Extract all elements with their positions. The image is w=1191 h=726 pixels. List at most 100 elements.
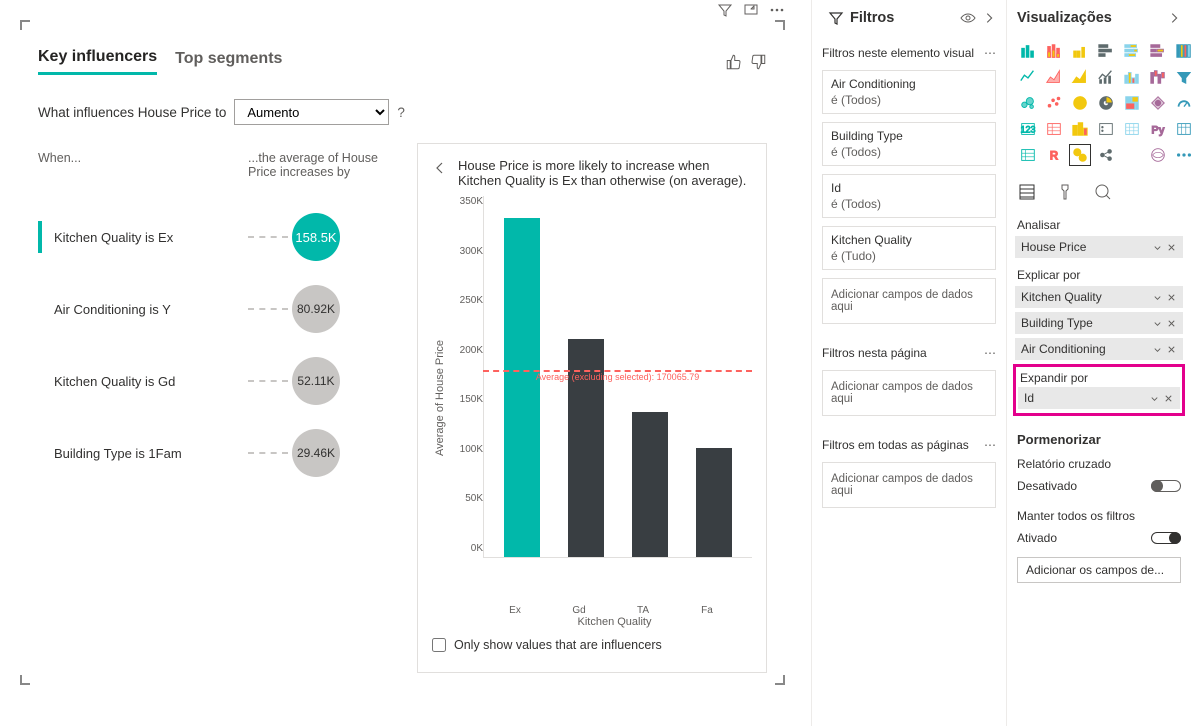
- only-influencers-label: Only show values that are influencers: [454, 638, 662, 652]
- tab-top-segments[interactable]: Top segments: [175, 50, 282, 74]
- keep-filters-toggle[interactable]: [1151, 532, 1181, 544]
- filters-pane: Filtros Filtros neste elemento visual⋯Ai…: [811, 0, 1006, 726]
- viz-type-icon[interactable]: [1173, 144, 1191, 166]
- viz-type-icon[interactable]: [1173, 66, 1191, 88]
- influencer-value-bubble: 29.46K: [292, 429, 340, 477]
- influencer-row[interactable]: Air Conditioning is Y 80.92K: [38, 273, 403, 345]
- format-tab-icon[interactable]: [1055, 182, 1075, 202]
- cross-report-state: Desativado: [1017, 479, 1077, 493]
- viz-type-icon[interactable]: [1069, 66, 1091, 88]
- viz-type-icon[interactable]: [1173, 40, 1191, 62]
- viz-type-icon[interactable]: [1121, 40, 1143, 62]
- drillthrough-header: Pormenorizar: [1007, 420, 1191, 453]
- x-axis-label: Kitchen Quality: [477, 616, 752, 628]
- viz-type-icon[interactable]: [1043, 118, 1065, 140]
- viz-type-icon[interactable]: [1069, 40, 1091, 62]
- viz-type-icon[interactable]: [1069, 144, 1091, 166]
- collapse-icon[interactable]: [982, 11, 996, 25]
- remove-icon[interactable]: [1166, 318, 1177, 329]
- back-arrow-icon[interactable]: [432, 160, 448, 176]
- chevron-down-icon[interactable]: [1152, 292, 1163, 303]
- more-options-icon[interactable]: ⋯: [984, 346, 996, 360]
- help-icon[interactable]: ?: [397, 105, 405, 120]
- chevron-down-icon[interactable]: [1152, 242, 1163, 253]
- cross-report-toggle[interactable]: [1151, 480, 1181, 492]
- more-options-icon[interactable]: [769, 2, 785, 18]
- viz-type-icon[interactable]: [1095, 66, 1117, 88]
- field-well-item[interactable]: Air Conditioning: [1015, 338, 1183, 360]
- viz-type-icon[interactable]: [1069, 92, 1091, 114]
- viz-type-icon[interactable]: Py: [1147, 118, 1169, 140]
- filter-card[interactable]: Idé (Todos): [822, 174, 996, 218]
- viz-type-icon[interactable]: [1017, 40, 1039, 62]
- field-well-item[interactable]: Building Type: [1015, 312, 1183, 334]
- svg-text:R: R: [1050, 150, 1059, 163]
- viz-type-icon[interactable]: [1173, 92, 1191, 114]
- chart-bar[interactable]: [696, 448, 732, 557]
- viz-type-icon[interactable]: [1017, 66, 1039, 88]
- influencer-row[interactable]: Building Type is 1Fam 29.46K: [38, 417, 403, 489]
- filter-card[interactable]: Air Conditioningé (Todos): [822, 70, 996, 114]
- viz-type-icon[interactable]: [1017, 92, 1039, 114]
- viz-type-icon[interactable]: [1017, 144, 1039, 166]
- chart-bar[interactable]: [632, 412, 668, 557]
- viz-type-icon[interactable]: [1121, 92, 1143, 114]
- col-when: When...: [38, 151, 248, 179]
- remove-icon[interactable]: [1166, 344, 1177, 355]
- y-axis-label: Average of House Price: [432, 196, 448, 601]
- filter-dropzone[interactable]: Adicionar campos de dados aqui: [822, 462, 996, 508]
- influencer-row[interactable]: Kitchen Quality is Ex 158.5K: [38, 201, 403, 273]
- viz-type-icon[interactable]: [1147, 92, 1169, 114]
- viz-type-icon[interactable]: [1147, 40, 1169, 62]
- focus-mode-icon[interactable]: [743, 2, 759, 18]
- field-well-item[interactable]: Kitchen Quality: [1015, 286, 1183, 308]
- more-options-icon[interactable]: ⋯: [984, 46, 996, 60]
- field-well-item[interactable]: House Price: [1015, 236, 1183, 258]
- filter-icon[interactable]: [717, 2, 733, 18]
- filter-dropzone[interactable]: Adicionar campos de dados aqui: [822, 278, 996, 324]
- filter-card[interactable]: Building Typeé (Todos): [822, 122, 996, 166]
- viz-type-icon[interactable]: 123: [1017, 118, 1039, 140]
- viz-type-icon[interactable]: [1043, 66, 1065, 88]
- influencer-row[interactable]: Kitchen Quality is Gd 52.11K: [38, 345, 403, 417]
- eye-icon[interactable]: [960, 10, 976, 26]
- chevron-down-icon[interactable]: [1152, 318, 1163, 329]
- remove-icon[interactable]: [1163, 393, 1174, 404]
- thumbs-down-icon[interactable]: [749, 53, 767, 71]
- remove-icon[interactable]: [1166, 292, 1177, 303]
- analytics-tab-icon[interactable]: [1093, 182, 1113, 202]
- more-options-icon[interactable]: ⋯: [984, 438, 996, 452]
- viz-type-icon[interactable]: [1069, 118, 1091, 140]
- direction-select[interactable]: Aumento: [234, 99, 389, 125]
- viz-type-icon[interactable]: [1095, 40, 1117, 62]
- viz-type-icon[interactable]: R: [1043, 144, 1065, 166]
- well-expandir-label: Expandir por: [1016, 369, 1182, 387]
- collapse-icon[interactable]: [1167, 11, 1181, 25]
- field-well-item[interactable]: Id: [1018, 387, 1180, 409]
- visualizations-pane: Visualizações 123PyR Analisar House Pric…: [1006, 0, 1191, 726]
- filter-card[interactable]: Kitchen Qualityé (Tudo): [822, 226, 996, 270]
- viz-type-icon[interactable]: [1095, 118, 1117, 140]
- viz-type-icon[interactable]: [1043, 40, 1065, 62]
- detail-chart-card: House Price is more likely to increase w…: [417, 143, 767, 673]
- chart-bar[interactable]: [504, 218, 540, 557]
- expand-by-highlight: Expandir por Id: [1013, 364, 1185, 416]
- only-influencers-checkbox[interactable]: [432, 638, 446, 652]
- viz-type-icon[interactable]: [1147, 144, 1169, 166]
- viz-type-icon[interactable]: [1043, 92, 1065, 114]
- remove-icon[interactable]: [1166, 242, 1177, 253]
- filter-dropzone[interactable]: Adicionar campos de dados aqui: [822, 370, 996, 416]
- chevron-down-icon[interactable]: [1152, 344, 1163, 355]
- viz-type-icon[interactable]: [1173, 118, 1191, 140]
- viz-type-icon[interactable]: [1095, 144, 1117, 166]
- viz-type-icon[interactable]: [1121, 144, 1143, 166]
- chevron-down-icon[interactable]: [1149, 393, 1160, 404]
- viz-type-icon[interactable]: [1095, 92, 1117, 114]
- viz-type-icon[interactable]: [1121, 118, 1143, 140]
- viz-type-icon[interactable]: [1121, 66, 1143, 88]
- viz-type-icon[interactable]: [1147, 66, 1169, 88]
- tab-key-influencers[interactable]: Key influencers: [38, 48, 157, 75]
- fields-tab-icon[interactable]: [1017, 182, 1037, 202]
- add-drill-fields-button[interactable]: Adicionar os campos de...: [1017, 557, 1181, 583]
- thumbs-up-icon[interactable]: [725, 53, 743, 71]
